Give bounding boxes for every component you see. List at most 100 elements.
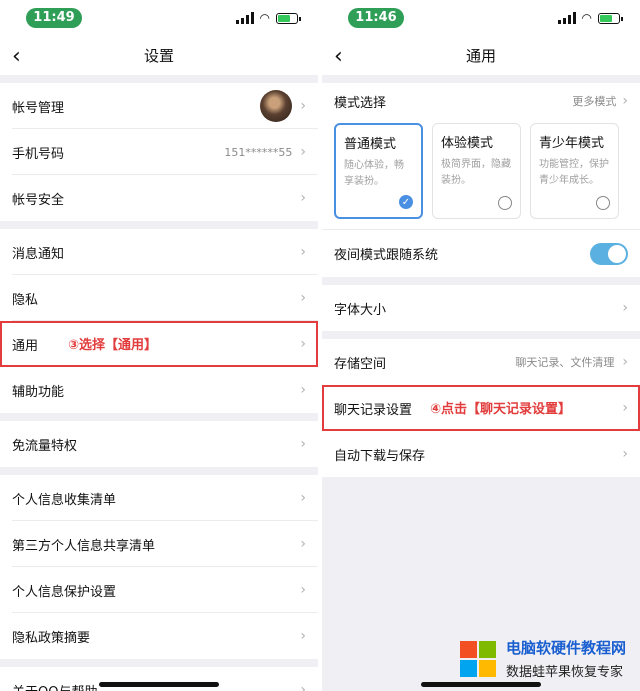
wifi-icon: ◠	[581, 11, 592, 25]
chevron-right-icon: ›	[300, 436, 306, 452]
status-time: 11:46	[348, 8, 404, 28]
radio-icon[interactable]	[498, 196, 512, 210]
mode-card-teen[interactable]: 青少年模式 功能管控，保护青少年成长。	[530, 123, 619, 219]
row-label: 帐号安全	[12, 192, 65, 208]
signal-icon	[557, 12, 576, 24]
row-label: 自动下载与保存	[334, 448, 426, 464]
signal-icon	[235, 12, 254, 24]
mode-desc: 功能管控，保护青少年成长。	[539, 159, 609, 186]
row-phone-number[interactable]: 手机号码 151******55 ›	[0, 129, 318, 175]
row-account-security[interactable]: 帐号安全 ›	[0, 175, 318, 221]
annotation-step-4: ④点击【聊天记录设置】	[430, 402, 572, 417]
windows-logo-icon	[460, 641, 498, 679]
chevron-right-icon: ›	[622, 300, 628, 316]
avatar	[260, 90, 293, 122]
chevron-right-icon: ›	[622, 93, 628, 109]
row-info-collection[interactable]: 个人信息收集清单 ›	[0, 475, 318, 521]
mode-card-normal[interactable]: 普通模式 随心体验，畅享装扮。 ✓	[334, 123, 423, 219]
row-value: 聊天记录、文件清理	[515, 356, 615, 369]
row-label: 帐号管理	[12, 100, 65, 116]
mode-desc: 极简界面，隐藏装扮。	[441, 159, 511, 186]
row-label: 个人信息收集清单	[12, 492, 117, 508]
row-label: 存储空间	[334, 356, 387, 372]
wifi-icon: ◠	[259, 11, 270, 25]
row-info-protection[interactable]: 个人信息保护设置 ›	[0, 567, 318, 613]
battery-icon	[598, 12, 623, 24]
chevron-right-icon: ›	[300, 682, 306, 691]
chevron-right-icon: ›	[300, 190, 306, 206]
chevron-right-icon: ›	[300, 290, 306, 306]
row-general[interactable]: 通用 ③选择【通用】 ›	[0, 321, 318, 367]
status-icons: ◠	[235, 11, 301, 25]
chevron-right-icon: ›	[622, 354, 628, 370]
mode-section-label: 模式选择	[334, 95, 387, 111]
settings-panel: 11:49 ◠ ‹ 设置 帐号管理 › 手机号码 151******55 › 帐…	[0, 0, 318, 691]
row-night-mode: 夜间模式跟随系统	[322, 229, 640, 277]
row-label: 手机号码	[12, 146, 65, 162]
row-label: 夜间模式跟随系统	[334, 248, 439, 263]
home-indicator	[99, 682, 219, 687]
row-privacy-summary[interactable]: 隐私政策摘要 ›	[0, 613, 318, 659]
row-label: 隐私政策摘要	[12, 630, 91, 646]
back-icon[interactable]: ‹	[12, 44, 21, 69]
chevron-right-icon: ›	[300, 536, 306, 552]
row-notifications[interactable]: 消息通知 ›	[0, 229, 318, 275]
row-label: 隐私	[12, 292, 39, 308]
row-chat-history-settings[interactable]: 聊天记录设置 ④点击【聊天记录设置】 ›	[322, 385, 640, 431]
chevron-right-icon: ›	[300, 244, 306, 260]
chevron-right-icon: ›	[300, 336, 306, 352]
status-icons: ◠	[557, 11, 623, 25]
row-label: 免流量特权	[12, 438, 78, 454]
row-value: 151******55	[224, 145, 293, 159]
watermark-line2: 数据蛙苹果恢复专家	[506, 665, 624, 680]
row-label: 字体大小	[334, 302, 387, 318]
mode-cards: 普通模式 随心体验，畅享装扮。 ✓ 体验模式 极简界面，隐藏装扮。 青少年模式 …	[322, 119, 640, 229]
night-mode-toggle[interactable]	[590, 242, 628, 265]
chevron-right-icon: ›	[300, 144, 306, 160]
status-bar: 11:46 ◠	[322, 0, 640, 38]
mode-desc: 随心体验，畅享装扮。	[344, 160, 404, 187]
row-font-size[interactable]: 字体大小 ›	[322, 285, 640, 331]
row-label: 第三方个人信息共享清单	[12, 538, 156, 554]
annotation-step-3: ③选择【通用】	[68, 338, 158, 353]
mode-title: 青少年模式	[539, 136, 605, 151]
chevron-right-icon: ›	[622, 446, 628, 462]
mode-section-header[interactable]: 模式选择 更多模式 ›	[322, 83, 640, 119]
chevron-right-icon: ›	[622, 400, 628, 416]
row-account-management[interactable]: 帐号管理 ›	[0, 83, 318, 129]
row-privacy[interactable]: 隐私 ›	[0, 275, 318, 321]
mode-card-simple[interactable]: 体验模式 极简界面，隐藏装扮。	[432, 123, 521, 219]
battery-icon	[276, 12, 301, 24]
row-label: 个人信息保护设置	[12, 584, 117, 600]
chevron-right-icon: ›	[300, 382, 306, 398]
radio-icon[interactable]	[596, 196, 610, 210]
row-label: 消息通知	[12, 246, 65, 262]
row-label: 聊天记录设置	[334, 402, 413, 418]
watermark-line1: 电脑软硬件教程网	[506, 639, 627, 657]
row-auto-download[interactable]: 自动下载与保存 ›	[322, 431, 640, 477]
page-title: 通用	[465, 47, 496, 65]
status-time: 11:49	[26, 8, 82, 28]
status-bar: 11:49 ◠	[0, 0, 318, 38]
more-modes-link[interactable]: 更多模式	[572, 93, 616, 109]
nav-bar: ‹ 设置	[0, 38, 318, 75]
mode-title: 体验模式	[441, 136, 494, 151]
row-accessibility[interactable]: 辅助功能 ›	[0, 367, 318, 413]
page-title: 设置	[143, 47, 174, 65]
row-free-data[interactable]: 免流量特权 ›	[0, 421, 318, 467]
chevron-right-icon: ›	[300, 490, 306, 506]
chevron-right-icon: ›	[300, 582, 306, 598]
nav-bar: ‹ 通用	[322, 38, 640, 75]
watermark: 电脑软硬件教程网 数据蛙苹果恢复专家	[460, 635, 640, 691]
row-label: 辅助功能	[12, 384, 65, 400]
general-panel: 11:46 ◠ ‹ 通用 模式选择 更多模式 › 普通模式 随心体验，畅享装扮。…	[322, 0, 640, 691]
mode-title: 普通模式	[344, 137, 397, 152]
row-about-help[interactable]: 关于QQ与帮助 ›	[0, 667, 318, 691]
row-label: 通用	[12, 338, 39, 354]
row-third-party-sharing[interactable]: 第三方个人信息共享清单 ›	[0, 521, 318, 567]
chevron-right-icon: ›	[300, 98, 306, 114]
chevron-right-icon: ›	[300, 628, 306, 644]
checkmark-icon[interactable]: ✓	[399, 195, 413, 209]
row-storage[interactable]: 存储空间 聊天记录、文件清理 ›	[322, 339, 640, 385]
back-icon[interactable]: ‹	[334, 44, 343, 69]
